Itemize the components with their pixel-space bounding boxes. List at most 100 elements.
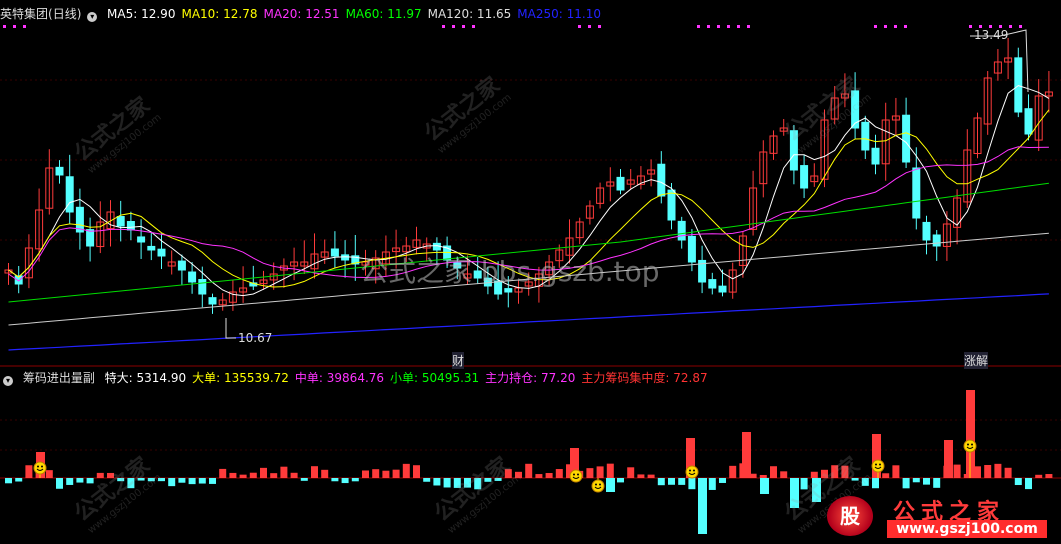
chip-bar-out — [66, 478, 74, 485]
smiley-eye — [689, 469, 691, 472]
chip-bar-in — [229, 472, 237, 478]
chip-bar-out — [15, 478, 23, 482]
chip-bar-in — [413, 465, 420, 478]
candle-body — [616, 176, 625, 191]
ma250-line — [8, 293, 1049, 351]
chip-bar-in — [1035, 474, 1043, 478]
chip-bar-out — [5, 478, 12, 484]
chip-bar-in — [974, 466, 981, 478]
site-logo: 股 公式之家 www.gszj100.com — [827, 494, 1049, 538]
chip-bar-out — [708, 478, 716, 490]
chip-bar-out — [178, 478, 186, 483]
chip-bar-in — [525, 463, 533, 478]
chip-bar-out — [1025, 478, 1032, 490]
chip-bar-in — [596, 466, 604, 478]
signal-dot — [588, 25, 591, 28]
indicator-legend-item: 主力持仓: 77.20 — [485, 371, 576, 385]
candle-body — [687, 235, 696, 263]
smiley-icon — [871, 459, 885, 473]
chip-bar-in — [249, 472, 257, 478]
high-price-label: 13.49 — [974, 28, 1009, 42]
chip-bar-in — [647, 474, 655, 478]
smiley-eye — [879, 463, 881, 466]
smiley-eye — [599, 483, 601, 486]
signal-dot — [472, 25, 475, 28]
chip-bar-out — [668, 478, 675, 485]
chip-bar-out — [912, 478, 920, 483]
signal-dot — [452, 25, 455, 28]
chip-bar-out — [300, 478, 308, 481]
chip-bar-in — [1004, 467, 1012, 478]
candle-body — [55, 166, 64, 176]
chip-bar-in — [637, 474, 645, 478]
smiley-icon — [685, 465, 699, 479]
chip-bar-in — [45, 470, 53, 478]
smiley-eye — [37, 465, 39, 468]
signal-dot — [969, 25, 972, 28]
chip-bar-in — [770, 466, 777, 478]
chip-bar-in — [984, 464, 992, 478]
smiley-eye — [577, 473, 579, 476]
signal-dot — [747, 25, 750, 28]
chip-bar-peak — [742, 432, 751, 478]
chip-bar-out — [1014, 478, 1022, 486]
signal-dot — [3, 25, 6, 28]
smiley-eye — [967, 443, 969, 446]
chip-bar-in — [280, 466, 288, 478]
chip-bar-in — [372, 469, 380, 478]
smiley-eye — [41, 465, 43, 468]
main-header: 英特集团(日线) ▾ MA5: 12.90 MA10: 12.78 MA20: 12… — [0, 5, 613, 23]
indicator-legend-item: 大单: 135539.72 — [192, 371, 289, 385]
chip-bar-in — [759, 474, 767, 478]
chip-bar-trough — [698, 478, 707, 534]
smiley-icon — [963, 439, 977, 453]
candle-body — [800, 165, 809, 189]
ma-legend-item: MA20: 12.51 — [263, 7, 340, 21]
low-price-label: 10.67 — [238, 331, 273, 345]
indicator-legend-item: 中单: 39864.76 — [294, 371, 385, 385]
chip-bar-out — [56, 478, 63, 489]
chevron-down-icon[interactable]: ▾ — [87, 12, 98, 22]
smiley-eye — [573, 473, 575, 476]
signal-dot — [1019, 25, 1022, 28]
signal-dot — [598, 25, 601, 28]
chip-bar-in — [25, 465, 33, 478]
candle-body — [861, 121, 870, 151]
smiley-eye — [595, 483, 597, 486]
ma-legend: MA5: 12.90 MA10: 12.78 MA20: 12.51 MA60: 11… — [107, 7, 607, 21]
candle-body — [137, 236, 146, 243]
chevron-down-icon[interactable]: ▾ — [3, 376, 13, 386]
chip-bar-in — [586, 468, 594, 478]
chip-bar-out — [209, 478, 216, 484]
chip-bar-in — [535, 474, 543, 478]
chip-bar-out — [423, 478, 431, 482]
chip-bar-in — [290, 472, 298, 478]
candle-body — [1024, 108, 1033, 135]
watermark-main: 公式之家 bbs.gszb.top — [360, 255, 660, 288]
chip-bar-in — [892, 465, 900, 478]
event-marker-zhangjie[interactable]: 涨解 — [964, 352, 989, 369]
signal-dot — [894, 25, 897, 28]
candle-body — [667, 189, 676, 221]
event-marker-cai[interactable]: 财 — [452, 352, 465, 369]
candle-body — [708, 279, 717, 289]
chip-bar-in — [219, 468, 227, 478]
candle-body — [126, 221, 135, 231]
indicator-name: 筹码进出量副 — [22, 371, 95, 385]
chip-bar-out — [168, 478, 176, 487]
signal-dot — [1009, 25, 1012, 28]
chip-bar-out — [933, 478, 941, 488]
indicator-legend-item: 主力筹码集中度: 72.87 — [581, 371, 708, 385]
chip-bar-out — [923, 478, 930, 485]
stock-name: 英特集团(日线) — [0, 7, 82, 21]
chip-bar-in — [1045, 474, 1053, 478]
candle-body — [902, 114, 911, 163]
signal-dot — [13, 25, 16, 28]
candle-body — [330, 248, 339, 257]
chart-window[interactable]: 公式之家 www.gszj100.com 公式之家 www.gszj100.com … — [0, 0, 1061, 544]
candle-body — [86, 229, 95, 247]
chip-bar-out — [657, 478, 665, 486]
chip-bar-in — [994, 463, 1002, 478]
chip-bar-in — [311, 466, 318, 478]
signal-dot — [442, 25, 445, 28]
